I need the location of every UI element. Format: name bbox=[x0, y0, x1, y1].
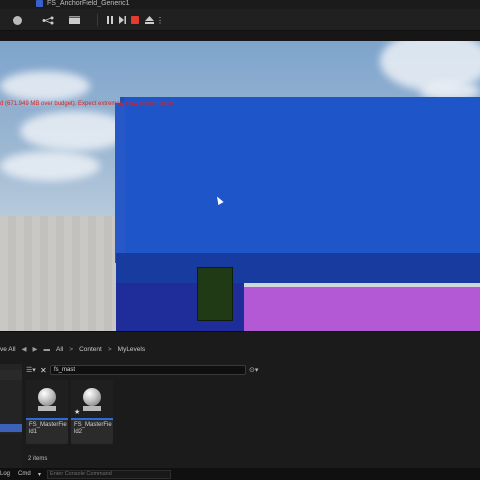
blueprint-icon[interactable] bbox=[40, 13, 56, 27]
filter-icon[interactable]: ☰▾ bbox=[26, 366, 40, 374]
blue-wall-mesh bbox=[120, 97, 480, 253]
asset-type-bar bbox=[71, 418, 113, 420]
cinematics-icon[interactable] bbox=[66, 13, 82, 27]
sphere-icon bbox=[83, 388, 101, 406]
cloud bbox=[0, 71, 90, 101]
content-browser: ve All ◀ ▶ ▬ All > Content > MyLevels ☰▾… bbox=[0, 331, 480, 480]
door-mesh bbox=[197, 267, 233, 321]
pedestal-icon bbox=[83, 406, 101, 411]
breadcrumb-content[interactable]: Content bbox=[79, 346, 102, 353]
level-icon bbox=[36, 0, 43, 7]
search-options-icon[interactable]: ⊙▾ bbox=[249, 366, 258, 374]
viewport-header bbox=[0, 31, 480, 41]
step-frame-button[interactable] bbox=[117, 13, 127, 27]
asset-name: FS_MasterField1 bbox=[29, 422, 67, 435]
wall-band-mesh bbox=[116, 253, 480, 283]
selected-folder[interactable] bbox=[0, 424, 22, 432]
pause-button[interactable] bbox=[104, 13, 116, 27]
purple-block-mesh bbox=[244, 287, 480, 331]
output-log-button[interactable]: Log bbox=[0, 471, 10, 477]
sphere-icon bbox=[38, 388, 56, 406]
cloud bbox=[20, 111, 130, 151]
breadcrumb-sep: > bbox=[107, 345, 112, 353]
more-options-icon[interactable]: ⋮ bbox=[156, 13, 164, 27]
chevron-down-icon[interactable]: ▾ bbox=[38, 471, 41, 478]
main-toolbar: ⋮ bbox=[0, 9, 480, 31]
back-icon[interactable]: ◀ bbox=[22, 345, 27, 353]
level-tab-label: FS_AnchorField_Generic1 bbox=[47, 0, 130, 7]
asset-thumbnail bbox=[26, 380, 68, 418]
cloud bbox=[0, 151, 100, 181]
item-count: 2 items bbox=[28, 456, 48, 462]
console-input[interactable]: Enter Console Command bbox=[47, 469, 172, 479]
forward-icon[interactable]: ▶ bbox=[33, 345, 38, 353]
search-input[interactable]: fs_mast bbox=[50, 365, 246, 375]
breadcrumb: ve All ◀ ▶ ▬ All > Content > MyLevels bbox=[0, 342, 480, 356]
wall-edge-mesh bbox=[115, 103, 125, 263]
breadcrumb-mylevels[interactable]: MyLevels bbox=[118, 346, 145, 353]
ground-plane bbox=[0, 216, 130, 331]
folder-icon: ▬ bbox=[43, 345, 51, 353]
breadcrumb-all[interactable]: All bbox=[56, 346, 63, 353]
memory-warning-text: d (671.949 MB over budget). Expect extre… bbox=[0, 101, 174, 107]
title-bar: FS_AnchorField_Generic1 bbox=[0, 0, 480, 9]
pedestal-icon bbox=[38, 406, 56, 411]
level-viewport[interactable]: d (671.949 MB over budget). Expect extre… bbox=[0, 41, 480, 331]
asset-type-bar bbox=[26, 418, 68, 420]
stop-button[interactable] bbox=[129, 13, 141, 27]
asset-name: FS_MasterField2 bbox=[74, 422, 112, 435]
sources-header bbox=[0, 370, 22, 380]
filter-bar: ☰▾ ✕ fs_mast ⊙▾ bbox=[26, 364, 480, 376]
level-tab[interactable]: FS_AnchorField_Generic1 bbox=[36, 0, 130, 7]
star-icon: ★ bbox=[74, 409, 81, 416]
save-all-button[interactable]: ve All bbox=[0, 346, 16, 353]
cmd-dropdown[interactable]: Cmd bbox=[18, 471, 38, 477]
breadcrumb-sep: > bbox=[69, 345, 74, 353]
mode-select-icon[interactable] bbox=[10, 13, 24, 27]
eject-button[interactable] bbox=[143, 13, 155, 27]
toolbar-separator bbox=[97, 14, 98, 26]
asset-tile[interactable]: FS_MasterField1 bbox=[26, 380, 68, 444]
status-bar: Log Cmd ▾ Enter Console Command bbox=[0, 468, 480, 480]
sources-panel bbox=[0, 364, 22, 474]
clear-search-icon[interactable]: ✕ bbox=[40, 366, 50, 375]
stop-icon bbox=[131, 16, 139, 24]
asset-grid: FS_MasterField1 FS_MasterField2 bbox=[26, 380, 113, 444]
